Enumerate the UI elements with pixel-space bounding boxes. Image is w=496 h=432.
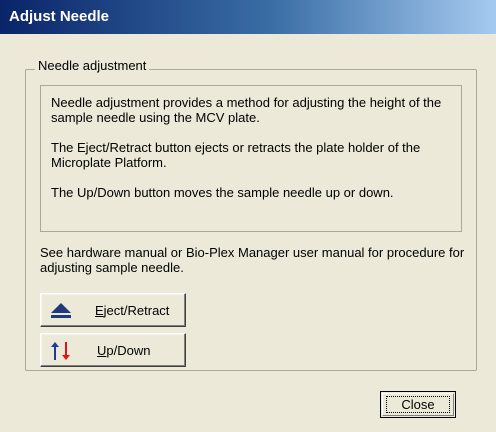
info-paragraph: The Eject/Retract button ejects or retra…	[51, 140, 421, 170]
manual-note: See hardware manual or Bio-Plex Manager …	[40, 245, 465, 275]
info-paragraph: The Up/Down button moves the sample need…	[51, 185, 394, 200]
up-down-button[interactable]: Up/Down	[40, 333, 186, 367]
adjust-needle-dialog: Adjust Needle Needle adjustment Needle a…	[0, 0, 496, 432]
window-title: Adjust Needle	[9, 8, 110, 25]
eject-retract-button[interactable]: Eject/Retract	[40, 293, 186, 327]
eject-icon	[51, 303, 71, 318]
eject-retract-label: Eject/Retract	[95, 303, 170, 318]
up-down-arrows-icon	[51, 342, 70, 360]
close-label: Close	[401, 397, 435, 412]
info-paragraph: Needle adjustment provides a method for …	[51, 95, 442, 125]
info-panel: Needle adjustment provides a method for …	[40, 85, 462, 232]
groupbox-label: Needle adjustment	[35, 58, 150, 73]
title-bar[interactable]: Adjust Needle	[0, 0, 496, 34]
up-down-label: Up/Down	[97, 343, 151, 358]
close-button[interactable]: Close	[380, 391, 456, 418]
